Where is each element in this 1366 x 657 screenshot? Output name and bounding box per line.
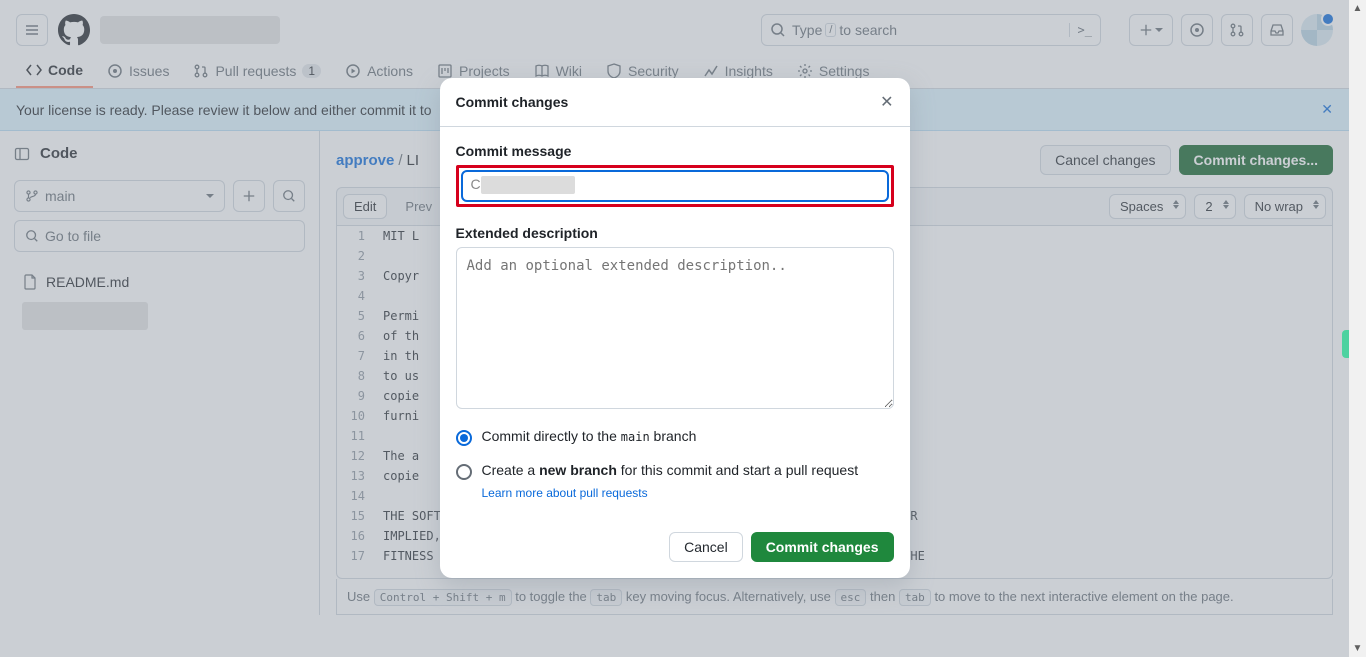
learn-more-link[interactable]: Learn more about pull requests [482,486,894,500]
create-branch-label: Create a new branch for this commit and … [482,462,859,478]
scroll-down-arrow[interactable]: ▼ [1349,640,1366,657]
scroll-up-arrow[interactable]: ▲ [1349,0,1366,17]
page-scrollbar[interactable]: ▲ ▼ [1349,0,1366,657]
dialog-close-button[interactable]: ✕ [880,92,893,112]
commit-to-main-label: Commit directly to the main branch [482,428,697,444]
commit-to-main-radio-row[interactable]: Commit directly to the main branch [456,428,894,446]
scroll-handle[interactable] [1342,330,1349,358]
commit-message-input[interactable]: C [461,170,889,202]
dialog-title: Commit changes [456,94,569,110]
highlight-box: C [456,165,894,207]
dialog-commit-button[interactable]: Commit changes [751,532,894,562]
extended-description-input[interactable] [456,247,894,409]
create-branch-radio-row[interactable]: Create a new branch for this commit and … [456,462,894,480]
radio-checked-icon [456,430,472,446]
commit-changes-dialog: Commit changes ✕ Commit message C Extend… [440,78,910,578]
radio-empty-icon [456,464,472,480]
extended-desc-label: Extended description [456,225,894,241]
dialog-cancel-button[interactable]: Cancel [669,532,743,562]
commit-message-label: Commit message [456,143,894,159]
